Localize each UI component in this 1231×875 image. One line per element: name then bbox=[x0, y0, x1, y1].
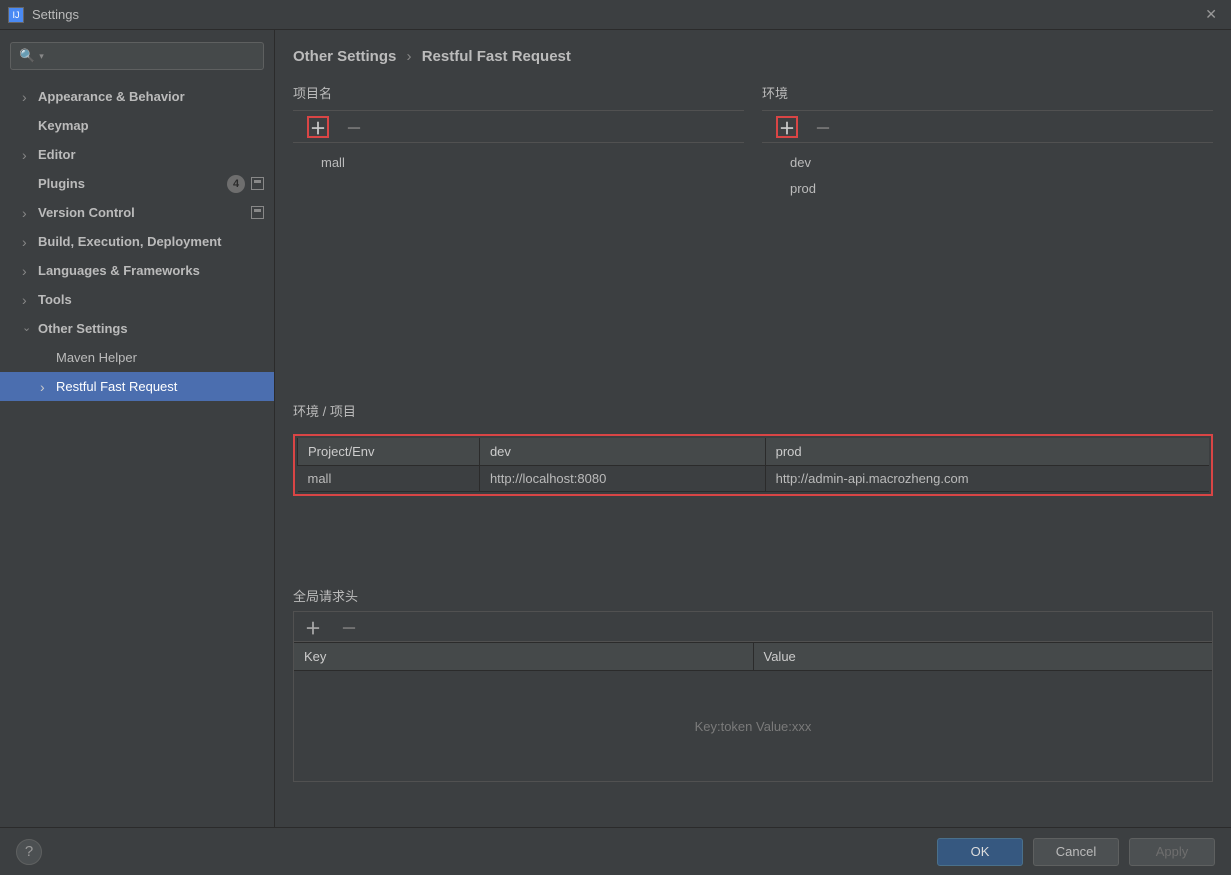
tree-item[interactable]: Build, Execution, Deployment bbox=[0, 227, 274, 256]
tree-item-label: Tools bbox=[38, 292, 274, 307]
env-remove-button[interactable]: － bbox=[812, 116, 834, 138]
matrix-table[interactable]: Project/Envdevprodmallhttp://localhost:8… bbox=[297, 438, 1209, 492]
tree-item[interactable]: Other Settings bbox=[0, 314, 274, 343]
chevron-icon bbox=[22, 292, 34, 308]
project-add-button[interactable]: ＋ bbox=[307, 116, 329, 138]
headers-toolbar: ＋ － bbox=[294, 612, 1212, 642]
env-add-button[interactable]: ＋ bbox=[776, 116, 798, 138]
search-dropdown-caret: ▾ bbox=[39, 51, 44, 62]
list-item[interactable]: mall bbox=[321, 149, 744, 175]
table-header: Value bbox=[753, 643, 1212, 671]
titlebar: IJ Settings ✕ bbox=[0, 0, 1231, 30]
tree-item[interactable]: Version Control bbox=[0, 198, 274, 227]
project-remove-button[interactable]: － bbox=[343, 116, 365, 138]
table-header: Key bbox=[294, 643, 753, 671]
tree-item-label: Languages & Frameworks bbox=[38, 263, 274, 278]
table-header: dev bbox=[479, 438, 765, 466]
tree-item[interactable]: Languages & Frameworks bbox=[0, 256, 274, 285]
headers-add-button[interactable]: ＋ bbox=[302, 616, 324, 638]
project-column: 项目名 ＋ － mall bbox=[293, 83, 744, 241]
table-cell[interactable]: mall bbox=[298, 466, 480, 492]
tree-item[interactable]: Plugins4 bbox=[0, 169, 274, 198]
chevron-icon bbox=[22, 322, 34, 335]
headers-remove-button[interactable]: － bbox=[338, 616, 360, 638]
tree-item-label: Build, Execution, Deployment bbox=[38, 234, 274, 249]
chevron-icon bbox=[40, 379, 52, 395]
search-icon: 🔍 bbox=[19, 48, 35, 64]
tree-item-label: Version Control bbox=[38, 205, 251, 220]
tree-item[interactable]: Tools bbox=[0, 285, 274, 314]
breadcrumb-sep: › bbox=[407, 48, 412, 65]
tree-item[interactable]: Restful Fast Request bbox=[0, 372, 274, 401]
chevron-icon bbox=[22, 234, 34, 250]
table-cell[interactable]: http://localhost:8080 bbox=[479, 466, 765, 492]
cancel-button[interactable]: Cancel bbox=[1033, 838, 1119, 866]
project-section-label: 项目名 bbox=[293, 83, 744, 102]
app-icon: IJ bbox=[8, 7, 24, 23]
tree-item[interactable]: Editor bbox=[0, 140, 274, 169]
headers-placeholder: Key:token Value:xxx bbox=[294, 671, 1212, 781]
tree-item-label: Appearance & Behavior bbox=[38, 89, 274, 104]
tree-item-label: Maven Helper bbox=[56, 350, 274, 365]
global-headers-label: 全局请求头 bbox=[293, 586, 1213, 605]
ok-button[interactable]: OK bbox=[937, 838, 1023, 866]
matrix-highlight-box: Project/Envdevprodmallhttp://localhost:8… bbox=[293, 434, 1213, 496]
project-toolbar: ＋ － bbox=[293, 111, 744, 143]
chevron-icon bbox=[22, 263, 34, 279]
list-item[interactable]: dev bbox=[790, 149, 1213, 175]
table-row[interactable]: mallhttp://localhost:8080http://admin-ap… bbox=[298, 466, 1210, 492]
search-input[interactable]: 🔍 ▾ bbox=[10, 42, 264, 70]
project-list: mall bbox=[293, 143, 744, 215]
env-column: 环境 ＋ － devprod bbox=[762, 83, 1213, 241]
env-section-label: 环境 bbox=[762, 83, 1213, 102]
settings-tree: Appearance & Behavior Keymap Editor Plugins… bbox=[0, 80, 274, 827]
badge: 4 bbox=[227, 175, 245, 193]
project-level-icon bbox=[251, 177, 264, 190]
tree-item-label: Plugins bbox=[38, 176, 227, 191]
close-icon[interactable]: ✕ bbox=[1199, 4, 1223, 25]
matrix-section: 环境 / 项目 Project/Envdevprodmallhttp://loc… bbox=[293, 401, 1213, 496]
help-button[interactable]: ? bbox=[16, 839, 42, 865]
env-list: devprod bbox=[762, 143, 1213, 241]
table-header: prod bbox=[765, 438, 1209, 466]
tree-item[interactable]: Keymap bbox=[0, 111, 274, 140]
apply-button[interactable]: Apply bbox=[1129, 838, 1215, 866]
window-title: Settings bbox=[32, 7, 1199, 22]
tree-item-label: Editor bbox=[38, 147, 274, 162]
headers-table[interactable]: KeyValue bbox=[294, 642, 1212, 671]
global-headers-section: 全局请求头 ＋ － KeyValue Key:token Value:xxx bbox=[293, 586, 1213, 782]
breadcrumb-current: Restful Fast Request bbox=[422, 48, 571, 65]
breadcrumb: Other Settings › Restful Fast Request bbox=[293, 48, 1213, 65]
dialog-footer: ? OK Cancel Apply bbox=[0, 827, 1231, 875]
chevron-icon bbox=[22, 205, 34, 221]
chevron-icon bbox=[22, 89, 34, 105]
tree-item-label: Other Settings bbox=[38, 321, 274, 336]
matrix-section-label: 环境 / 项目 bbox=[293, 401, 1213, 420]
tree-item-label: Keymap bbox=[38, 118, 274, 133]
env-toolbar: ＋ － bbox=[762, 111, 1213, 143]
settings-sidebar: 🔍 ▾ Appearance & Behavior Keymap Editor Plu… bbox=[0, 30, 275, 827]
table-header: Project/Env bbox=[298, 438, 480, 466]
project-level-icon bbox=[251, 206, 264, 219]
chevron-icon bbox=[22, 147, 34, 163]
tree-item[interactable]: Maven Helper bbox=[0, 343, 274, 372]
content-panel: Other Settings › Restful Fast Request 项目… bbox=[275, 30, 1231, 827]
list-item[interactable]: prod bbox=[790, 175, 1213, 201]
tree-item-label: Restful Fast Request bbox=[56, 379, 274, 394]
tree-item[interactable]: Appearance & Behavior bbox=[0, 82, 274, 111]
table-cell[interactable]: http://admin-api.macrozheng.com bbox=[765, 466, 1209, 492]
breadcrumb-parent[interactable]: Other Settings bbox=[293, 48, 396, 65]
